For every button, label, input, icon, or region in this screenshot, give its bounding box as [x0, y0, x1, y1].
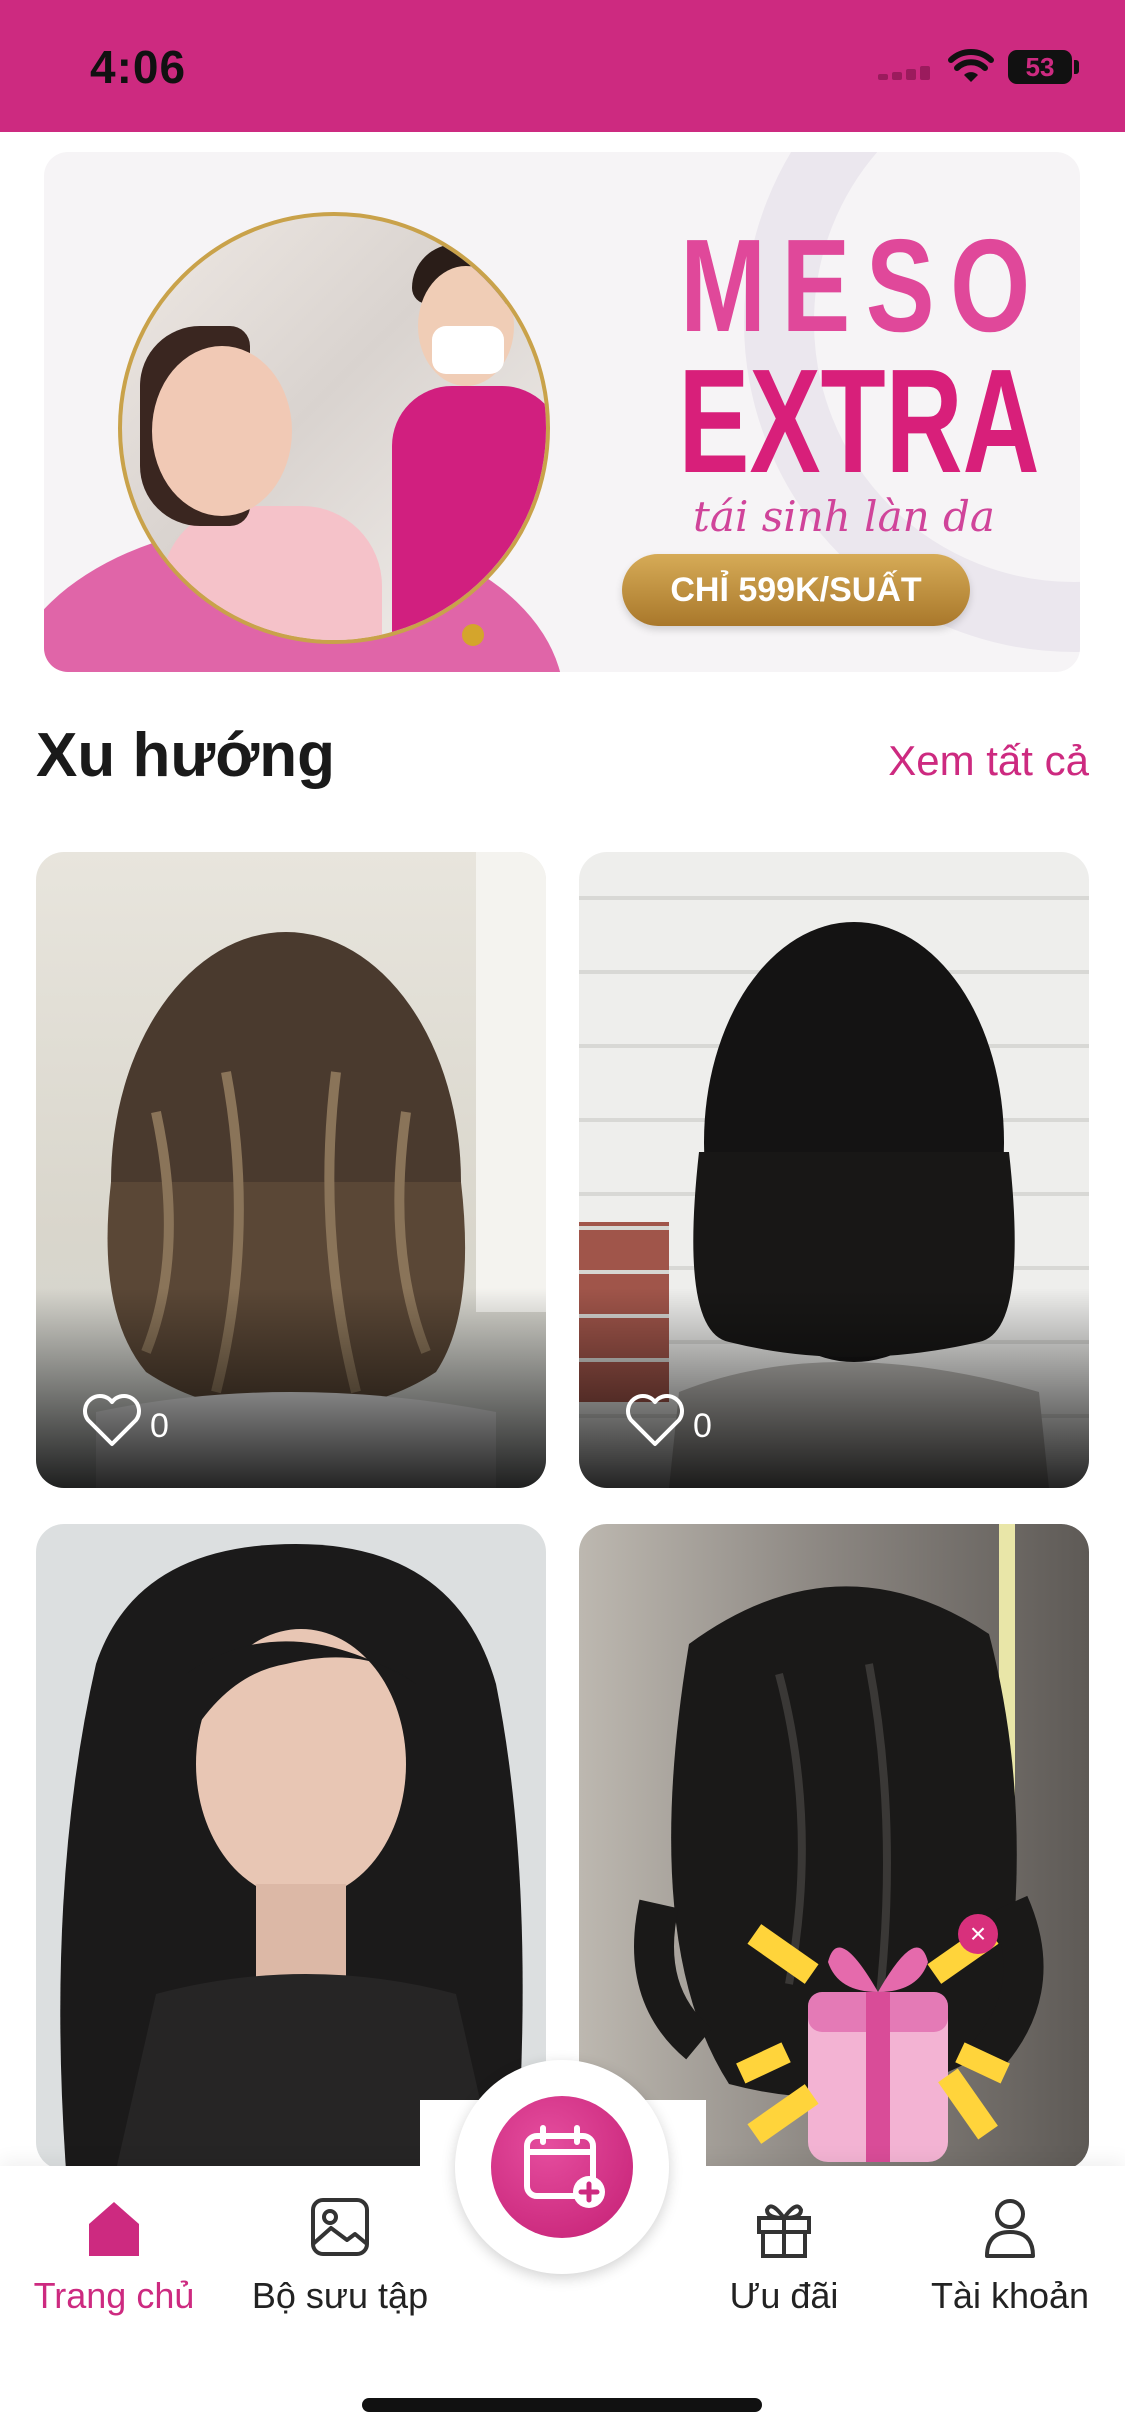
hairstyle-photo — [60, 1544, 523, 2170]
nav-label-home: Trang chủ — [33, 2275, 195, 2316]
nav-item-offers[interactable]: Ưu đãi — [674, 2194, 894, 2317]
status-time: 4:06 — [90, 41, 187, 93]
banner-photo — [118, 212, 550, 644]
status-bar: 4:06 53 — [0, 0, 1125, 132]
card-shade — [579, 1288, 1089, 1488]
home-icon — [89, 2202, 139, 2256]
gift-close-button[interactable]: × — [958, 1914, 998, 1954]
account-icon — [985, 2199, 1035, 2258]
heart-icon[interactable] — [80, 1392, 144, 1448]
gallery-icon — [311, 2198, 369, 2256]
banner-pagination-dot — [462, 624, 484, 646]
like-count: 0 — [693, 1407, 712, 1445]
see-all-link[interactable]: Xem tất cả — [888, 737, 1089, 785]
nav-label-gallery: Bộ sưu tập — [251, 2275, 429, 2316]
gift-icon — [757, 2204, 811, 2258]
nav-item-account[interactable]: Tài khoản — [900, 2194, 1120, 2317]
hairstyle-card[interactable]: 0 — [579, 852, 1089, 1488]
cellular-signal-icon — [878, 66, 934, 80]
promo-banner[interactable]: MESO EXTRA tái sinh làn da CHỈ 599K/SUẤT — [44, 152, 1080, 672]
nav-label-offers: Ưu đãi — [729, 2275, 839, 2316]
banner-title-line2: EXTRA — [678, 339, 1040, 504]
battery-cap — [1074, 60, 1079, 74]
like-count: 0 — [150, 1407, 169, 1445]
heart-icon[interactable] — [623, 1392, 687, 1448]
booking-button[interactable] — [491, 2096, 633, 2238]
home-indicator — [362, 2398, 762, 2412]
banner-price-pill: CHỈ 599K/SUẤT — [622, 554, 970, 626]
card-shade — [36, 1288, 546, 1488]
nav-label-account: Tài khoản — [930, 2275, 1090, 2316]
hairstyle-card[interactable] — [36, 1524, 546, 2170]
nav-item-home[interactable]: Trang chủ — [4, 2194, 224, 2317]
calendar-add-icon — [524, 2125, 605, 2208]
nav-item-gallery[interactable]: Bộ sưu tập — [230, 2194, 450, 2317]
hairstyle-card[interactable]: 0 — [36, 852, 546, 1488]
battery-icon: 53 — [1008, 50, 1072, 84]
like-control[interactable]: 0 — [80, 1392, 169, 1448]
banner-title-line1: MESO — [680, 212, 1046, 359]
banner-tagline: tái sinh làn da — [693, 492, 995, 541]
like-control[interactable]: 0 — [623, 1392, 712, 1448]
wifi-icon — [948, 49, 994, 82]
section-title: Xu hướng — [36, 721, 336, 790]
